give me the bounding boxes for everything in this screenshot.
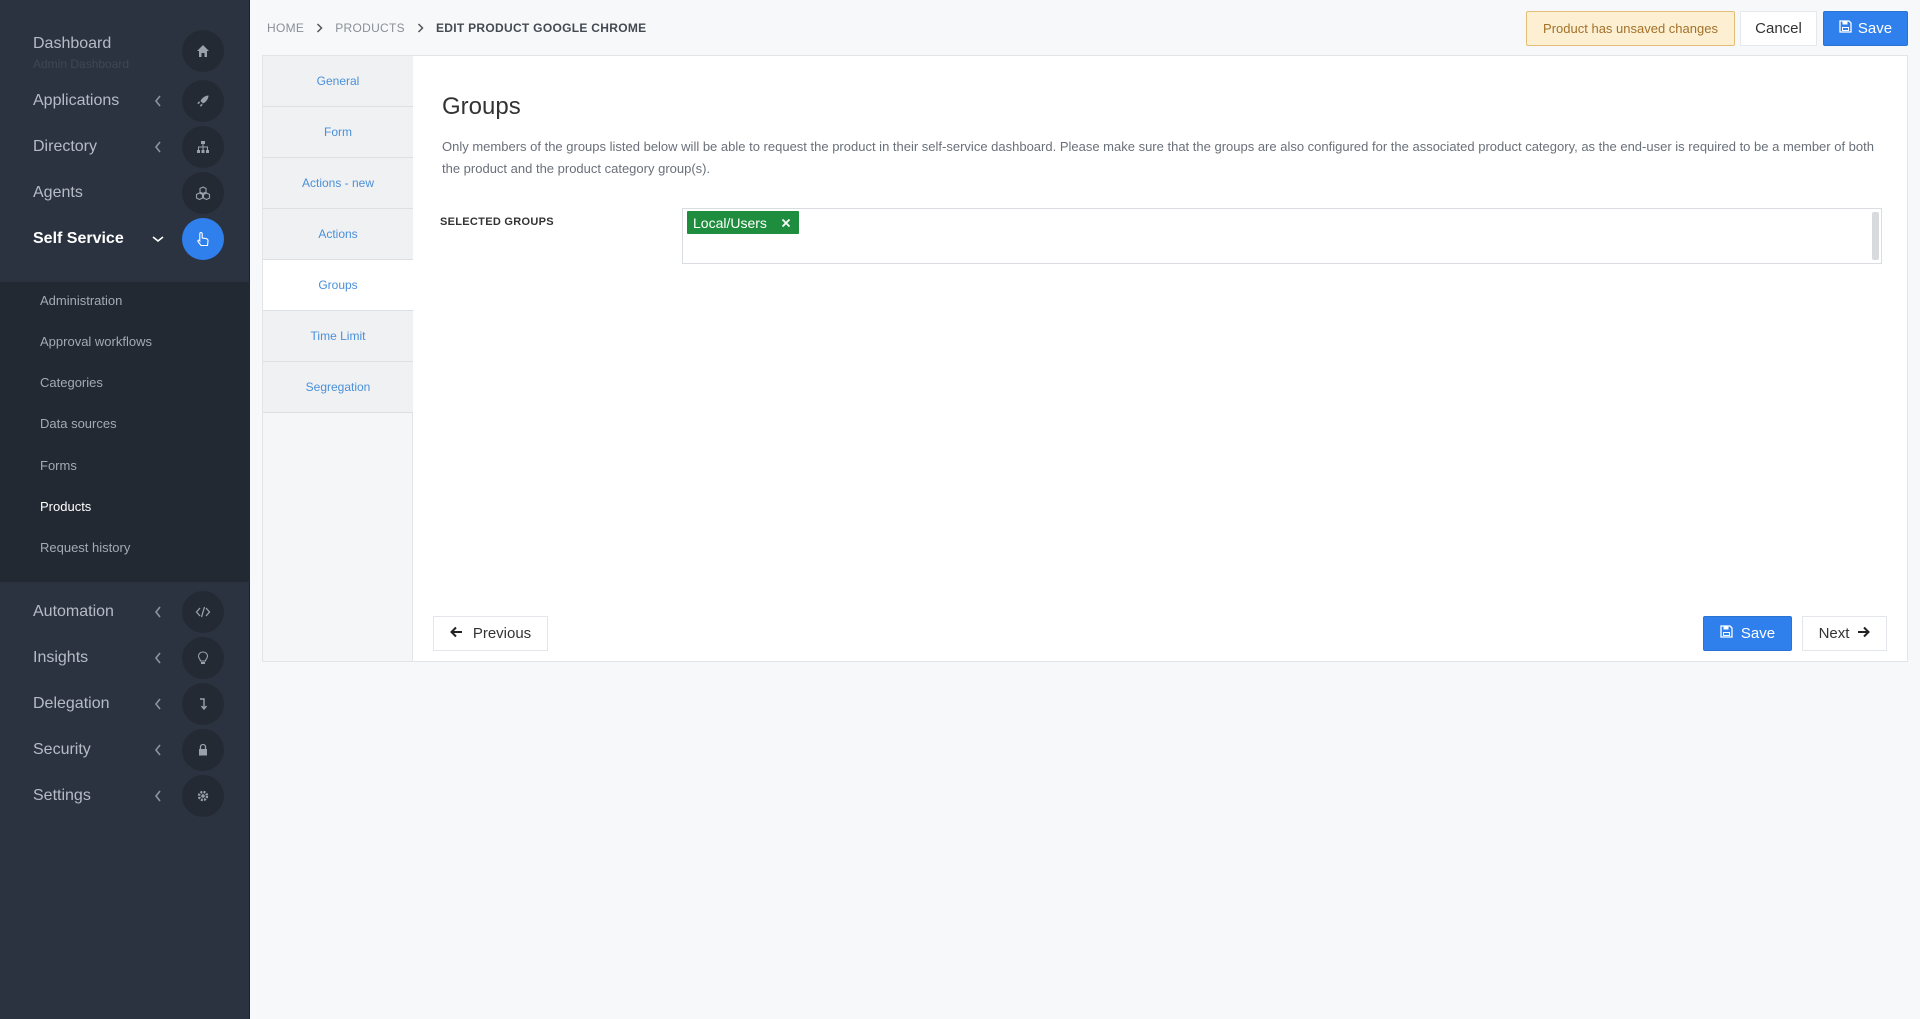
lightbulb-icon [182, 637, 224, 679]
tab-segregation[interactable]: Segregation [263, 362, 413, 413]
chevron-left-icon [150, 604, 166, 620]
submenu-item-administration[interactable]: Administration [40, 293, 122, 308]
sidebar-item-settings[interactable]: Settings [0, 773, 250, 819]
save-label: Save [1857, 20, 1893, 37]
floppy-disk-icon [1839, 20, 1852, 37]
sidebar-item-delegation[interactable]: Delegation [0, 681, 250, 727]
group-tag: Local/Users [687, 211, 799, 234]
scrollbar[interactable] [1872, 212, 1879, 260]
sidebar-item-directory[interactable]: Directory [0, 124, 250, 170]
sidebar-item-label: Dashboard [33, 35, 112, 52]
level-down-icon [182, 683, 224, 725]
tab-groups[interactable]: Groups [263, 260, 414, 311]
tab-actions[interactable]: Actions [263, 209, 413, 260]
tab-actions-new[interactable]: Actions - new [263, 158, 413, 209]
rocket-icon [182, 80, 224, 122]
tab-general[interactable]: General [263, 56, 413, 107]
sidebar-item-label: Security [33, 741, 91, 758]
sidebar-item-label: Automation [33, 603, 114, 620]
chevron-right-icon [316, 23, 323, 33]
save-label: Save [1740, 625, 1776, 642]
sidebar-item-dashboard[interactable]: Dashboard Admin Dashboard [0, 28, 250, 74]
lock-icon [182, 729, 224, 771]
selected-groups-input[interactable]: Local/Users [682, 208, 1882, 264]
chevron-left-icon [150, 696, 166, 712]
sidebar-item-label: Agents [33, 184, 83, 201]
page-title: Groups [442, 93, 521, 120]
groups-content: Groups Only members of the groups listed… [413, 56, 1907, 661]
breadcrumb-products[interactable]: PRODUCTS [335, 21, 405, 35]
remove-tag-icon[interactable] [781, 218, 791, 228]
groups-description: Only members of the groups listed below … [442, 139, 1874, 176]
group-tag-label: Local/Users [693, 214, 767, 231]
arrow-right-icon [1857, 625, 1871, 642]
sidebar-item-security[interactable]: Security [0, 727, 250, 773]
submenu-item-products[interactable]: Products [40, 499, 91, 514]
chevron-left-icon [150, 788, 166, 804]
cubes-icon [182, 172, 224, 214]
unsaved-changes-notice: Product has unsaved changes [1526, 11, 1735, 46]
breadcrumb-home[interactable]: HOME [267, 21, 304, 35]
hand-pointer-icon [182, 218, 224, 260]
submenu-item-data-sources[interactable]: Data sources [40, 416, 117, 431]
save-button-bottom[interactable]: Save [1703, 616, 1792, 651]
arrow-left-icon [449, 625, 463, 642]
next-button[interactable]: Next [1802, 616, 1887, 651]
chevron-left-icon [150, 742, 166, 758]
self-service-submenu: Administration Approval workflows Catego… [0, 282, 250, 582]
save-button-top[interactable]: Save [1823, 11, 1908, 46]
sidebar-item-label: Applications [33, 92, 120, 109]
tab-form[interactable]: Form [263, 107, 413, 158]
next-label: Next [1818, 625, 1850, 642]
sidebar-item-label: Directory [33, 138, 98, 155]
tab-time-limit[interactable]: Time Limit [263, 311, 413, 362]
submenu-item-request-history[interactable]: Request history [40, 540, 130, 555]
submenu-item-forms[interactable]: Forms [40, 458, 77, 473]
product-tabs: General Form Actions - new Actions Group… [263, 56, 414, 661]
sidebar-item-agents[interactable]: Agents [0, 170, 250, 216]
sidebar: Dashboard Admin Dashboard Applications D… [0, 0, 250, 1019]
previous-button[interactable]: Previous [433, 616, 548, 651]
sidebar-item-label: Settings [33, 787, 91, 804]
chevron-left-icon [150, 93, 166, 109]
submenu-item-categories[interactable]: Categories [40, 375, 103, 390]
sidebar-item-self-service[interactable]: Self Service [0, 216, 250, 262]
cancel-button[interactable]: Cancel [1740, 11, 1817, 46]
sidebar-item-label: Self Service [33, 230, 124, 247]
previous-label: Previous [472, 625, 532, 642]
home-icon [182, 30, 224, 72]
product-editor-panel: General Form Actions - new Actions Group… [262, 55, 1908, 662]
breadcrumb: HOME PRODUCTS EDIT PRODUCT GOOGLE CHROME [267, 21, 646, 35]
floppy-disk-icon [1720, 625, 1733, 642]
sitemap-icon [182, 126, 224, 168]
sidebar-item-label: Insights [33, 649, 89, 666]
code-icon [182, 591, 224, 633]
chevron-right-icon [417, 23, 424, 33]
selected-groups-label: SELECTED GROUPS [440, 216, 554, 228]
chevron-down-icon [150, 231, 166, 247]
sidebar-item-automation[interactable]: Automation [0, 589, 250, 635]
chevron-left-icon [150, 650, 166, 666]
breadcrumb-current: EDIT PRODUCT GOOGLE CHROME [435, 21, 647, 35]
gear-icon [182, 775, 224, 817]
sidebar-item-label: Delegation [33, 695, 110, 712]
sidebar-item-insights[interactable]: Insights [0, 635, 250, 681]
sidebar-item-sublabel: Admin Dashboard [33, 57, 130, 71]
submenu-item-approval-workflows[interactable]: Approval workflows [40, 334, 152, 349]
chevron-left-icon [150, 139, 166, 155]
sidebar-item-applications[interactable]: Applications [0, 78, 250, 124]
